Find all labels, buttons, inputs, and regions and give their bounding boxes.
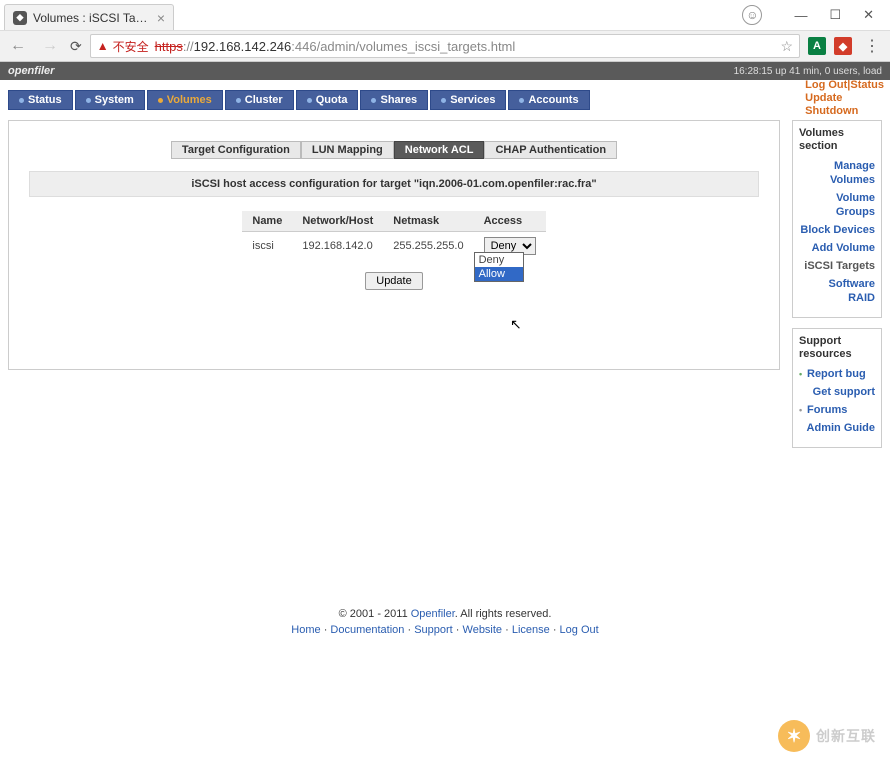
- dot-icon: [236, 98, 241, 103]
- footer-openfiler-link[interactable]: Openfiler: [411, 608, 455, 620]
- right-sidebar: Volumes section Manage Volumes Volume Gr…: [792, 120, 882, 448]
- link-volume-groups[interactable]: Volume Groups: [799, 191, 875, 219]
- link-block-devices[interactable]: Block Devices: [799, 223, 875, 237]
- acl-table: Name Network/Host Netmask Access iscsi 1…: [242, 211, 545, 260]
- header-quick-links: Log Out|Status Update Shutdown: [805, 79, 884, 118]
- cell-name: iscsi: [242, 232, 292, 261]
- nav-quota[interactable]: Quota: [296, 90, 359, 110]
- link-add-volume[interactable]: Add Volume: [799, 241, 875, 255]
- tab-favicon-icon: ◆: [13, 11, 27, 25]
- window-close-icon[interactable]: ✕: [863, 7, 874, 23]
- dot-icon: [307, 98, 312, 103]
- nav-shares[interactable]: Shares: [360, 90, 428, 110]
- nav-reload-icon[interactable]: ⟳: [70, 38, 82, 55]
- footer-support[interactable]: Support: [414, 624, 453, 636]
- access-option-deny[interactable]: Deny: [475, 253, 523, 267]
- browser-tab[interactable]: ◆ Volumes : iSCSI Target… ×: [4, 4, 174, 30]
- footer-docs[interactable]: Documentation: [330, 624, 404, 636]
- nav-forward-icon: →: [38, 37, 62, 55]
- link-shutdown[interactable]: Shutdown: [805, 105, 884, 118]
- dot-icon: [441, 98, 446, 103]
- footer-home[interactable]: Home: [291, 624, 320, 636]
- watermark-logo-icon: ✶: [778, 720, 810, 752]
- config-banner: iSCSI host access configuration for targ…: [29, 171, 759, 197]
- dot-icon: [371, 98, 376, 103]
- link-manage-volumes[interactable]: Manage Volumes: [799, 159, 875, 187]
- cell-access: Deny Deny Allow: [474, 232, 546, 261]
- browser-address-bar: ← → ⟳ ▲ 不安全 https://192.168.142.246:446/…: [0, 30, 890, 62]
- col-access: Access: [474, 211, 546, 232]
- watermark-text: 创新互联: [816, 726, 876, 746]
- nav-accounts[interactable]: Accounts: [508, 90, 589, 110]
- window-controls: ☺ — ☐ ✕: [742, 5, 886, 25]
- link-iscsi-targets[interactable]: iSCSI Targets: [799, 259, 875, 273]
- sub-tabs: Target ConfigurationLUN MappingNetwork A…: [19, 141, 769, 159]
- url-input[interactable]: ▲ 不安全 https://192.168.142.246:446/admin/…: [90, 34, 800, 58]
- table-row: iscsi 192.168.142.0 255.255.255.0 Deny D…: [242, 232, 545, 261]
- browser-titlebar: ◆ Volumes : iSCSI Target… × ☺ — ☐ ✕: [0, 0, 890, 30]
- link-get-support[interactable]: Get support: [799, 385, 875, 399]
- col-mask: Netmask: [383, 211, 473, 232]
- warning-icon: ▲: [97, 39, 109, 53]
- app-logo: openfiler: [8, 65, 54, 77]
- content-panel: Target ConfigurationLUN MappingNetwork A…: [8, 120, 780, 370]
- link-update[interactable]: Update: [805, 92, 884, 105]
- subtab-lun-mapping[interactable]: LUN Mapping: [301, 141, 394, 159]
- link-report-bug[interactable]: Report bug: [799, 367, 875, 381]
- dot-icon: [158, 98, 163, 103]
- subtab-chap-auth[interactable]: CHAP Authentication: [484, 141, 617, 159]
- dot-icon: [86, 98, 91, 103]
- app-header: openfiler 16:28:15 up 41 min, 0 users, l…: [0, 62, 890, 80]
- nav-system[interactable]: System: [75, 90, 145, 110]
- update-button[interactable]: Update: [365, 272, 422, 290]
- volumes-section-title: Volumes section: [799, 127, 875, 153]
- access-dropdown-menu: Deny Allow: [474, 252, 524, 282]
- url-host: 192.168.142.246: [194, 39, 292, 54]
- watermark: ✶ 创新互联: [778, 720, 876, 752]
- extension-a-icon[interactable]: A: [808, 37, 826, 55]
- col-name: Name: [242, 211, 292, 232]
- access-option-allow[interactable]: Allow: [475, 267, 523, 281]
- main-nav: Status System Volumes Cluster Quota Shar…: [8, 90, 882, 110]
- dot-icon: [519, 98, 524, 103]
- subtab-network-acl[interactable]: Network ACL: [394, 141, 485, 159]
- link-status[interactable]: Status: [850, 79, 884, 91]
- link-admin-guide[interactable]: Admin Guide: [799, 421, 875, 435]
- cell-mask: 255.255.255.0: [383, 232, 473, 261]
- nav-cluster[interactable]: Cluster: [225, 90, 294, 110]
- tab-close-icon[interactable]: ×: [157, 10, 165, 26]
- nav-services[interactable]: Services: [430, 90, 506, 110]
- url-protocol: https: [155, 39, 183, 54]
- tab-title: Volumes : iSCSI Target…: [33, 11, 151, 25]
- window-minimize-icon[interactable]: —: [794, 8, 807, 23]
- table-header-row: Name Network/Host Netmask Access: [242, 211, 545, 232]
- page-footer: © 2001 - 2011 Openfiler. All rights rese…: [8, 608, 882, 636]
- dot-icon: [19, 98, 24, 103]
- nav-status[interactable]: Status: [8, 90, 73, 110]
- nav-volumes[interactable]: Volumes: [147, 90, 223, 110]
- cell-host: 192.168.142.0: [292, 232, 383, 261]
- extension-shield-icon[interactable]: ◆: [834, 37, 852, 55]
- nav-back-icon[interactable]: ←: [6, 37, 30, 55]
- link-logout[interactable]: Log Out: [805, 79, 847, 91]
- footer-license[interactable]: License: [512, 624, 550, 636]
- support-resources-box: Support resources Report bug Get support…: [792, 328, 882, 448]
- footer-website[interactable]: Website: [463, 624, 503, 636]
- link-software-raid[interactable]: Software RAID: [799, 277, 875, 305]
- link-forums[interactable]: Forums: [799, 403, 875, 417]
- insecure-badge[interactable]: ▲ 不安全: [97, 38, 149, 55]
- window-maximize-icon[interactable]: ☐: [829, 7, 841, 23]
- user-avatar-icon[interactable]: ☺: [742, 5, 762, 25]
- volumes-section-box: Volumes section Manage Volumes Volume Gr…: [792, 120, 882, 318]
- col-host: Network/Host: [292, 211, 383, 232]
- url-path: :446/admin/volumes_iscsi_targets.html: [291, 39, 515, 54]
- browser-menu-icon[interactable]: ⋮: [860, 36, 884, 56]
- uptime-text: 16:28:15 up 41 min, 0 users, load: [734, 67, 882, 76]
- footer-logout[interactable]: Log Out: [560, 624, 599, 636]
- subtab-target-config[interactable]: Target Configuration: [171, 141, 301, 159]
- support-title: Support resources: [799, 335, 875, 361]
- bookmark-star-icon[interactable]: ☆: [780, 38, 793, 55]
